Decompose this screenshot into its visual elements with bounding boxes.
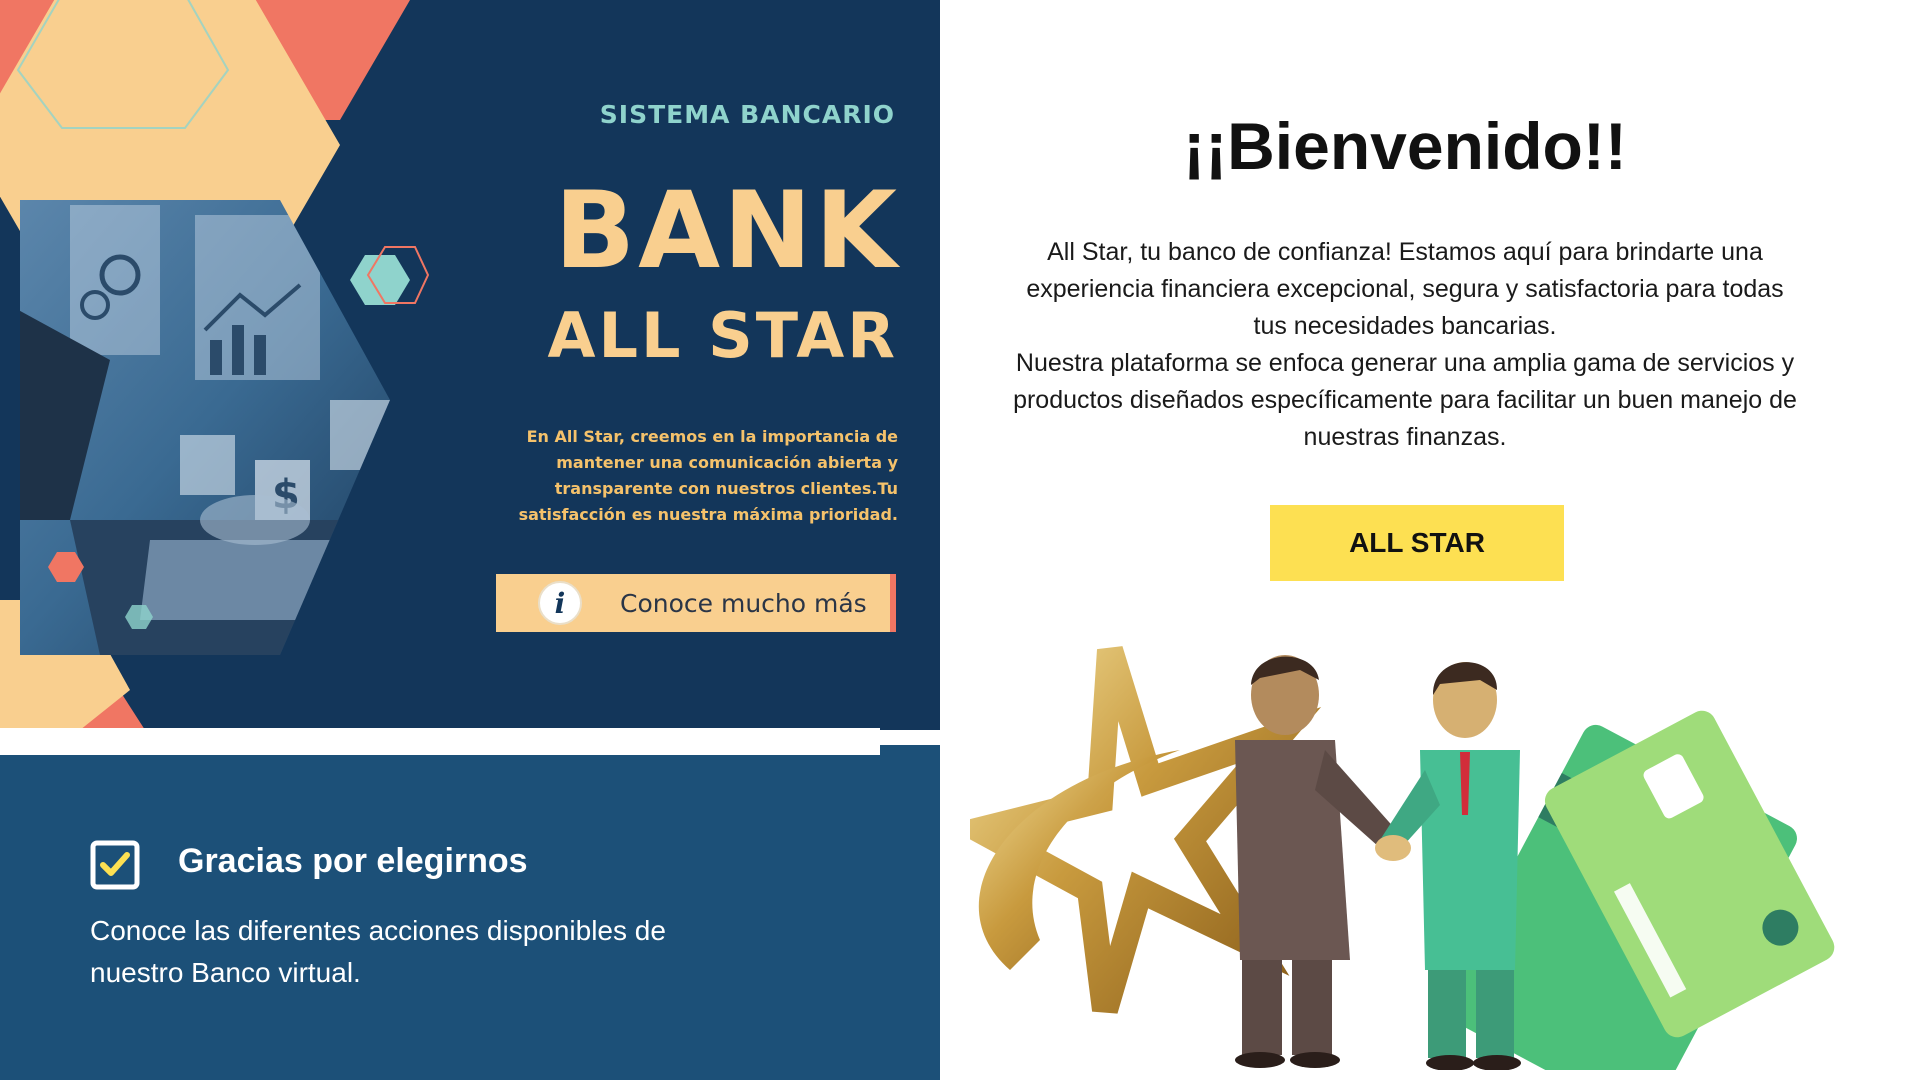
handshake-illustration [970,646,1835,1070]
hero-banner: $ SISTEMA BANCARIO BANK ALL STAR En All … [0,0,940,730]
info-icon: i [538,581,582,625]
welcome-intro: All Star, tu banco de confianza! Estamos… [1010,234,1800,456]
learn-more-label: Conoce mucho más [620,588,867,618]
page: $ SISTEMA BANCARIO BANK ALL STAR En All … [0,0,1920,1080]
hero-description: En All Star, creemos en la importancia d… [518,427,898,524]
panel-description: Conoce las diferentes acciones disponibl… [90,915,666,988]
man-green-suit [1380,662,1521,1070]
hero-title: BANK [554,169,900,292]
intro-paragraph-2: Nuestra plataforma se enfoca generar una… [1013,349,1797,451]
hero-subtitle: SISTEMA BANCARIO [599,100,895,129]
welcome-title: ¡¡Bienvenido!! [1183,109,1627,183]
divider-strip [0,728,880,742]
intro-paragraph-1: All Star, tu banco de confianza! Estamos… [1026,238,1784,340]
checkbox-icon [90,840,140,890]
panel-title: Gracias por elegirnos [178,842,528,880]
gold-star-logo [970,646,1322,1014]
learn-more-button[interactable]: i Conoce mucho más [496,574,896,632]
all-star-button[interactable]: ALL STAR [1270,505,1564,581]
teal-hexagon-small [350,255,410,305]
laptop-photo: $ [20,200,390,655]
man-brown-suit [1235,655,1405,1068]
hero-title-brand: ALL STAR [547,299,898,372]
handshake-hands [1375,835,1411,861]
